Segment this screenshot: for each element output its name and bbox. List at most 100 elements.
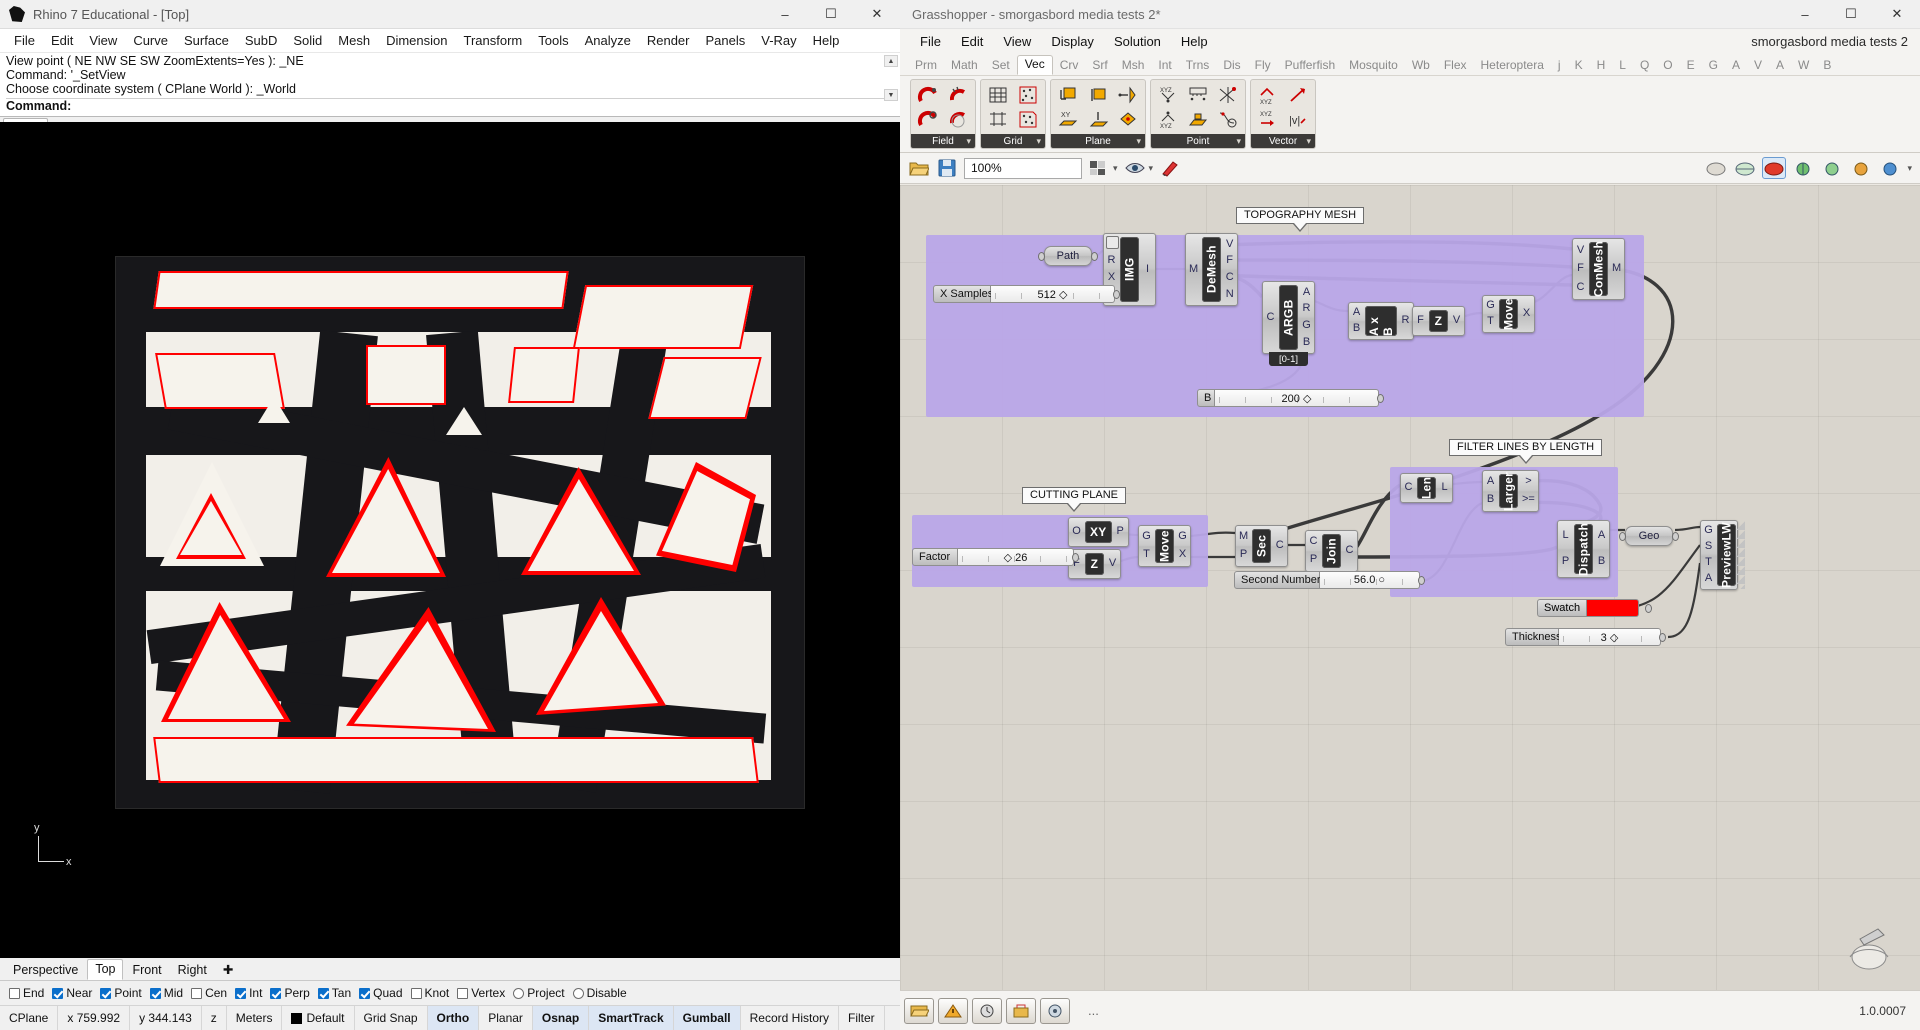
checkbox-icon[interactable]	[318, 988, 329, 999]
gh-tab-trns-8[interactable]: Trns	[1179, 57, 1217, 75]
input-port-s[interactable]: S	[1701, 541, 1716, 553]
gh-statusbar-warnings-icon[interactable]	[938, 998, 968, 1024]
preview-shaded-icon[interactable]	[1704, 157, 1728, 179]
deconstruct-vector-icon[interactable]: XYZ	[1255, 107, 1281, 131]
input-port-b[interactable]: B	[1349, 323, 1364, 335]
checkbox-icon[interactable]	[150, 988, 161, 999]
input-port-m[interactable]: M	[1186, 264, 1201, 276]
gh-maximize-icon[interactable]: ☐	[1828, 0, 1874, 29]
component-unitz1[interactable]: FZV	[1412, 306, 1465, 336]
component-move2[interactable]: GTMoveGX	[1138, 525, 1191, 567]
rhino-menu-transform[interactable]: Transform	[455, 31, 530, 50]
component-len[interactable]: CLenL	[1400, 473, 1453, 503]
status-record-history[interactable]: Record History	[741, 1006, 839, 1030]
field-point-icon[interactable]	[915, 83, 941, 107]
sketch-icon[interactable]	[1159, 157, 1181, 179]
input-port-a[interactable]: A	[1701, 573, 1716, 585]
gh-tab-heteroptera-15[interactable]: Heteroptera	[1474, 57, 1551, 75]
osnap-cen[interactable]: Cen	[188, 986, 230, 1000]
gh-menu-file[interactable]: File	[910, 34, 951, 49]
output-port-A[interactable]: A	[1299, 287, 1314, 299]
slider-track[interactable]: 512 ◇	[991, 285, 1115, 303]
expand-icon[interactable]: ▾	[1306, 136, 1311, 147]
output-port-V[interactable]: V	[1105, 558, 1120, 570]
rhino-menu-view[interactable]: View	[81, 31, 125, 50]
scroll-down-icon[interactable]: ▼	[884, 89, 898, 101]
status-ortho[interactable]: Ortho	[428, 1006, 480, 1030]
gh-tab-dis-9[interactable]: Dis	[1216, 57, 1247, 75]
output-port-N[interactable]: N	[1222, 289, 1237, 301]
status-filter[interactable]: Filter	[839, 1006, 885, 1030]
viewport-tab-perspective[interactable]: Perspective	[6, 961, 85, 980]
group-label-topography[interactable]: TOPOGRAPHY MESH	[1236, 207, 1364, 224]
command-scroll-arrows[interactable]: ▲ ▼	[884, 55, 898, 101]
populate-2d-icon[interactable]	[1015, 83, 1041, 107]
plane-offset-icon[interactable]	[1115, 83, 1141, 107]
populate-3d-icon[interactable]	[1015, 107, 1041, 131]
input-port-t[interactable]: T	[1483, 316, 1498, 328]
rhino-menu-tools[interactable]: Tools	[530, 31, 576, 50]
plane-fit-icon[interactable]	[1085, 83, 1111, 107]
curve-closest-point-icon[interactable]	[1215, 107, 1241, 131]
gh-tab-set-2[interactable]: Set	[985, 57, 1017, 75]
slider-thickness[interactable]: Thickness3 ◇	[1505, 628, 1661, 646]
plane-normal-icon[interactable]	[1085, 107, 1111, 131]
xy-plane-icon[interactable]: XY	[1055, 107, 1081, 131]
input-port-f[interactable]: F	[1413, 315, 1428, 327]
gh-tab-msh-6[interactable]: Msh	[1115, 57, 1152, 75]
gh-tab-wb-13[interactable]: Wb	[1405, 57, 1437, 75]
component-join[interactable]: CPJoinC	[1305, 530, 1358, 572]
output-port-V[interactable]: V	[1449, 315, 1464, 327]
input-port-f[interactable]: F	[1573, 263, 1588, 275]
rhino-menu-solid[interactable]: Solid	[285, 31, 330, 50]
add-viewport-icon[interactable]: ✚	[216, 960, 240, 980]
component-sec[interactable]: MPSecC	[1235, 525, 1288, 567]
osnap-knot[interactable]: Knot	[408, 986, 453, 1000]
status-layer[interactable]: Default	[282, 1006, 354, 1030]
slider-track[interactable]: 200 ◇	[1215, 389, 1379, 407]
param-path[interactable]: Path	[1044, 246, 1092, 266]
expand-icon[interactable]: ▾	[1236, 136, 1241, 147]
viewport-tab-front[interactable]: Front	[125, 961, 168, 980]
rhino-menu-curve[interactable]: Curve	[125, 31, 176, 50]
output-port-V[interactable]: V	[1222, 239, 1237, 251]
input-port-b[interactable]: B	[1483, 494, 1498, 506]
rhino-menu-analyze[interactable]: Analyze	[577, 31, 639, 50]
input-port-g[interactable]: G	[1483, 300, 1498, 312]
expand-icon[interactable]: ▾	[1036, 136, 1041, 147]
input-port-p[interactable]: P	[1306, 554, 1321, 566]
field-merge-icon[interactable]	[945, 83, 971, 107]
preview-color-icon[interactable]	[1849, 157, 1873, 179]
component-demesh[interactable]: MDeMeshVFCN	[1185, 233, 1238, 306]
param-input-nub[interactable]	[1038, 252, 1045, 261]
osnap-project[interactable]: Project	[510, 986, 567, 1000]
output-port-C[interactable]: C	[1222, 272, 1237, 284]
component-previewlw[interactable]: GSTAPreviewLW	[1700, 520, 1738, 590]
input-port-t[interactable]: T	[1139, 549, 1154, 561]
slider-handle-icon[interactable]: ◇	[1610, 632, 1618, 644]
output-port-L[interactable]: L	[1437, 482, 1452, 494]
hexagonal-grid-icon[interactable]	[985, 107, 1011, 131]
rhino-menu-render[interactable]: Render	[639, 31, 698, 50]
output-port-I[interactable]: I	[1140, 264, 1155, 276]
rotate-plane-icon[interactable]	[1115, 107, 1141, 131]
rhino-menu-mesh[interactable]: Mesh	[330, 31, 378, 50]
checkbox-icon[interactable]	[359, 988, 370, 999]
osnap-vertex[interactable]: Vertex	[454, 986, 508, 1000]
gh-tab-prm-0[interactable]: Prm	[908, 57, 944, 75]
gh-menu-display[interactable]: Display	[1041, 34, 1104, 49]
status-cplane[interactable]: CPlane	[0, 1006, 58, 1030]
output-port-X[interactable]: X	[1519, 308, 1534, 320]
closest-point-icon[interactable]	[1215, 83, 1241, 107]
slider-output-nub[interactable]	[1072, 553, 1079, 562]
vector-2pt-icon[interactable]	[1285, 83, 1311, 107]
input-port-c[interactable]: C	[1573, 282, 1588, 294]
input-port-v[interactable]: V	[1573, 245, 1588, 257]
input-port-a[interactable]: A	[1349, 307, 1364, 319]
chevron-down-icon[interactable]: ▾	[1907, 163, 1912, 174]
output-port-[interactable]: >	[1519, 476, 1538, 488]
rhino-menu-help[interactable]: Help	[805, 31, 848, 50]
output-port-C[interactable]: C	[1342, 545, 1357, 557]
osnap-near[interactable]: Near	[49, 986, 95, 1000]
slider-output-nub[interactable]	[1418, 576, 1425, 585]
